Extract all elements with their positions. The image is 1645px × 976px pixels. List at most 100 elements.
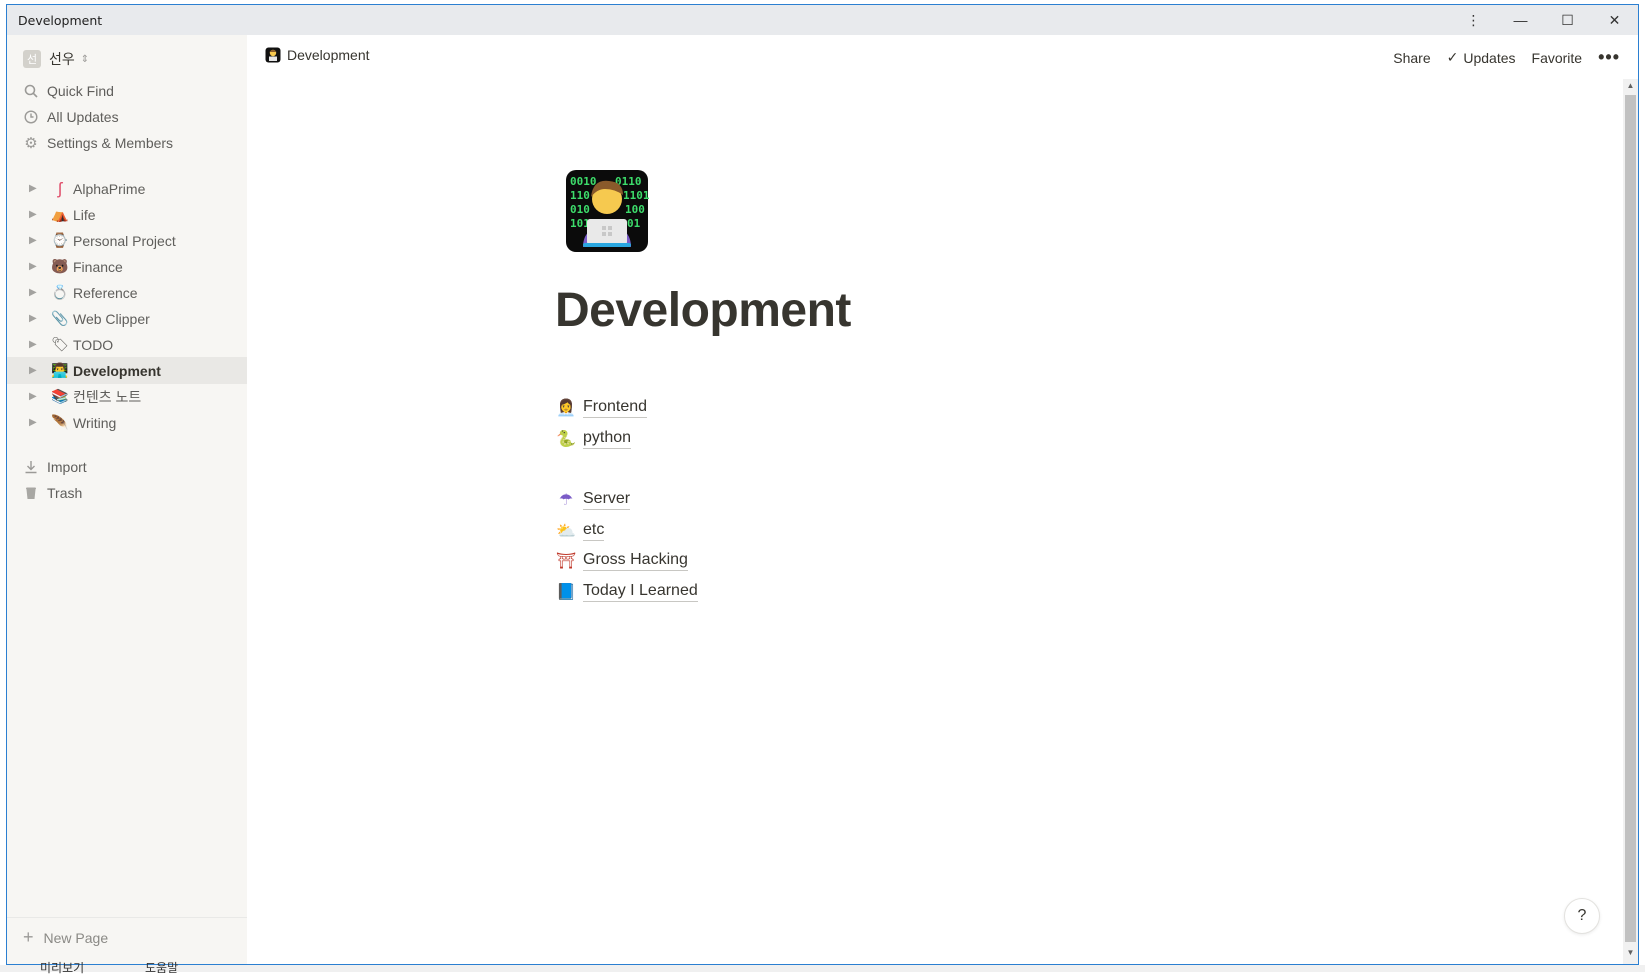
workspace-switcher[interactable]: 선 선우 ⇕ [23, 49, 89, 69]
subpage-link-label: Gross Hacking [583, 550, 688, 571]
sidebar-item-label: Finance [73, 258, 123, 275]
help-button[interactable]: ? [1564, 898, 1600, 934]
updates-button[interactable]: ✓ Updates [1447, 49, 1516, 66]
breadcrumb[interactable]: Development [265, 47, 370, 63]
favorite-button[interactable]: Favorite [1532, 50, 1583, 66]
expand-triangle-icon[interactable]: ▶ [29, 287, 45, 298]
taskbar-preview-label[interactable]: 미리보기 [40, 959, 84, 976]
sidebar-all-updates-label: All Updates [47, 108, 119, 125]
subpage-link-today-i-learned[interactable]: 📘 Today I Learned [556, 581, 698, 602]
subpage-link-server[interactable]: ☂ Server [557, 489, 631, 510]
sidebar-item-label: Writing [73, 414, 117, 431]
paperclip-icon: 📎 [51, 310, 69, 326]
vertical-scrollbar[interactable]: ▲ ▼ [1623, 79, 1638, 964]
sidebar-item-label: Reference [73, 284, 138, 301]
scroll-down-arrow-icon[interactable]: ▼ [1623, 948, 1638, 962]
share-button[interactable]: Share [1393, 50, 1430, 66]
subpage-link-gross-hacking[interactable]: ⛩ Gross Hacking [555, 550, 688, 571]
sidebar-item-reference[interactable]: ▶ 💍 Reference [7, 279, 247, 306]
new-page-label: New Page [43, 929, 109, 946]
sidebar-item-label: Life [73, 206, 96, 223]
sidebar-item-content-notes[interactable]: ▶ 📚 컨텐츠 노트 [7, 383, 247, 410]
technologist-icon [265, 47, 281, 63]
expand-triangle-icon[interactable]: ▶ [29, 183, 45, 194]
expand-triangle-icon[interactable]: ▶ [29, 313, 45, 324]
taskbar-help-label[interactable]: 도움말 [145, 959, 178, 976]
sidebar-item-todo[interactable]: ▶ 🏷 TODO [7, 331, 247, 358]
sidebar-item-personal-project[interactable]: ▶ ⌚ Personal Project [7, 227, 247, 254]
close-button[interactable]: ✕ [1591, 5, 1638, 35]
sidebar-import[interactable]: Import [23, 453, 87, 480]
page-title[interactable]: Development [555, 283, 851, 338]
sidebar: 선 선우 ⇕ Quick Find All Updates ⚙ Settings… [7, 35, 247, 964]
sidebar-quick-find-label: Quick Find [47, 82, 114, 99]
window-menu-icon[interactable]: ⋮ [1450, 5, 1497, 35]
sidebar-item-web-clipper[interactable]: ▶ 📎 Web Clipper [7, 305, 247, 332]
alphaprime-icon: ʃ [58, 178, 62, 198]
shrine-gate-icon: ⛩ [555, 552, 577, 570]
trash-icon [23, 485, 39, 501]
sidebar-quick-find[interactable]: Quick Find [23, 77, 114, 104]
sidebar-item-label: AlphaPrime [73, 180, 146, 197]
label-tag-icon: 🏷 [51, 336, 69, 352]
main-content: Development Share ✓ Updates Favorite •••… [247, 35, 1638, 964]
window-title: Development [18, 12, 103, 28]
sidebar-item-label: TODO [73, 336, 114, 353]
ring-icon: 💍 [51, 284, 69, 300]
scrollbar-thumb[interactable] [1625, 95, 1636, 942]
sidebar-import-label: Import [47, 458, 87, 475]
checkmark-icon: ✓ [1446, 49, 1459, 65]
snake-icon: 🐍 [556, 430, 576, 448]
svg-text:01: 01 [627, 217, 641, 230]
expand-triangle-icon[interactable]: ▶ [29, 391, 45, 402]
top-actions: Share ✓ Updates Favorite ••• [1377, 47, 1620, 68]
expand-triangle-icon[interactable]: ▶ [29, 209, 45, 220]
sidebar-trash[interactable]: Trash [23, 479, 82, 506]
sidebar-item-development[interactable]: ▶ 👨‍💻 Development [7, 357, 247, 384]
svg-text:010: 010 [570, 203, 590, 216]
subpage-link-frontend[interactable]: 👩‍💼 Frontend [556, 397, 648, 418]
page-icon-technologist[interactable]: 0010 0110 110 1101 010 100 101 01 [565, 169, 650, 253]
more-options-icon[interactable]: ••• [1598, 47, 1620, 68]
sidebar-item-label: Personal Project [73, 232, 176, 249]
scroll-up-arrow-icon[interactable]: ▲ [1623, 81, 1638, 95]
subpage-link-label: Today I Learned [583, 581, 698, 602]
sidebar-item-label: Web Clipper [73, 310, 150, 327]
svg-text:1101: 1101 [623, 189, 649, 202]
expand-triangle-icon[interactable]: ▶ [29, 261, 45, 272]
sidebar-all-updates[interactable]: All Updates [23, 103, 119, 130]
expand-triangle-icon[interactable]: ▶ [29, 339, 45, 350]
maximize-button[interactable]: ☐ [1544, 5, 1591, 35]
expand-triangle-icon[interactable]: ▶ [29, 417, 45, 428]
title-bar: Development ⋮ — ☐ ✕ [7, 5, 1638, 35]
sidebar-item-writing[interactable]: ▶ 🪶 Writing [7, 409, 247, 436]
svg-text:110: 110 [570, 189, 590, 202]
plus-icon: + [23, 927, 34, 947]
sidebar-item-label: Development [73, 362, 161, 379]
chevron-updown-icon: ⇕ [80, 53, 90, 65]
taskbar: 미리보기 도움말 [0, 961, 1645, 975]
subpage-link-label: Frontend [583, 397, 648, 418]
bear-icon: 🐻 [51, 258, 69, 274]
subpage-link-etc[interactable]: ⛅ etc [556, 520, 605, 541]
watch-icon: ⌚ [51, 232, 69, 248]
app-window: Development ⋮ — ☐ ✕ 선 선우 ⇕ Quick Find Al… [6, 4, 1639, 965]
sidebar-settings[interactable]: ⚙ Settings & Members [23, 129, 173, 156]
books-icon: 📚 [51, 388, 69, 404]
expand-triangle-icon[interactable]: ▶ [29, 235, 45, 246]
minimize-button[interactable]: — [1497, 5, 1544, 35]
sidebar-trash-label: Trash [47, 484, 83, 501]
sidebar-item-alphaprime[interactable]: ▶ ʃ AlphaPrime [7, 175, 247, 202]
sidebar-item-finance[interactable]: ▶ 🐻 Finance [7, 253, 247, 280]
svg-text:0010: 0010 [570, 175, 597, 188]
expand-triangle-icon[interactable]: ▶ [29, 365, 45, 376]
gear-icon: ⚙ [24, 134, 38, 152]
subpage-link-python[interactable]: 🐍 python [556, 428, 632, 449]
notebook-icon: 📘 [556, 583, 576, 601]
new-page-button[interactable]: + New Page [23, 927, 108, 948]
sidebar-item-life[interactable]: ▶ ⛺ Life [7, 201, 247, 228]
office-worker-icon: 👩‍💼 [556, 399, 576, 417]
svg-text:100: 100 [625, 203, 645, 216]
sidebar-divider [7, 917, 247, 918]
umbrella-icon: ☂ [558, 491, 574, 509]
